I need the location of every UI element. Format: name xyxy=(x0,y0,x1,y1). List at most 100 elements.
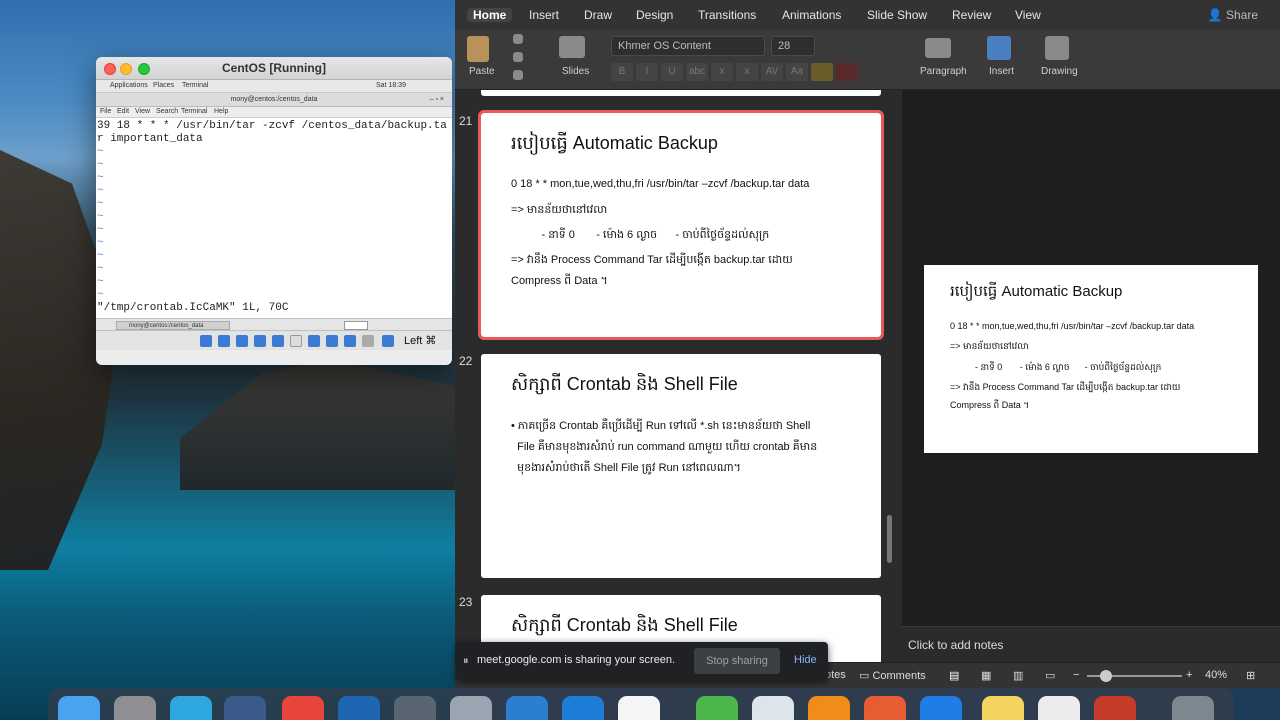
tab-animations[interactable]: Animations xyxy=(782,8,841,22)
mouse-integration-icon[interactable] xyxy=(362,335,374,347)
postman-icon[interactable] xyxy=(864,696,906,720)
powerpoint-icon[interactable] xyxy=(1094,696,1136,720)
safari-icon[interactable] xyxy=(752,696,794,720)
virtualbox-window[interactable]: CentOS [Running] Applications Places Ter… xyxy=(96,57,452,365)
notes-icon[interactable] xyxy=(982,696,1024,720)
shared-folders-icon[interactable] xyxy=(290,335,302,347)
vscode-icon[interactable] xyxy=(562,696,604,720)
current-slide-line[interactable]: Compress ពី Data ។ xyxy=(950,400,1029,413)
aio-icon[interactable] xyxy=(338,696,380,720)
menu-search[interactable]: Search xyxy=(156,108,178,115)
share-button[interactable]: 👤 Share xyxy=(1208,8,1258,22)
paragraph-icon[interactable] xyxy=(925,38,951,58)
current-slide-line[interactable]: => វានឹង Process Command Tar ដើម្បីបង្កើ… xyxy=(950,382,1181,395)
current-slide-line[interactable]: 0 18 * * mon,tue,wed,thu,fri /usr/bin/ta… xyxy=(950,321,1194,331)
copy-icon[interactable] xyxy=(513,52,523,62)
system-preferences-icon[interactable] xyxy=(450,696,492,720)
paste-icon[interactable] xyxy=(467,36,489,62)
preview-window-icon[interactable] xyxy=(1038,696,1080,720)
change-case-icon[interactable]: Aa xyxy=(786,63,808,81)
slide-thumbnail-21[interactable]: របៀបធ្វើ Automatic Backup 0 18 * * mon,t… xyxy=(478,110,884,340)
telegram-icon[interactable] xyxy=(170,696,212,720)
underline-icon[interactable]: U xyxy=(661,63,683,81)
slide-thumbnail-22[interactable]: សិក្សាពី Crontab និង Shell File • ភាគច្រ… xyxy=(481,354,881,578)
zoom-out-icon[interactable]: − xyxy=(1073,669,1079,681)
menu-help[interactable]: Help xyxy=(214,108,228,115)
virtualbox-icon[interactable] xyxy=(224,696,266,720)
tab-view[interactable]: View xyxy=(1015,8,1041,22)
bold-icon[interactable]: B xyxy=(611,63,633,81)
workspace-switcher[interactable] xyxy=(344,321,368,330)
usb-icon[interactable] xyxy=(272,335,284,347)
gnome-places[interactable]: Places xyxy=(153,82,174,89)
terminal-window-controls-icon[interactable]: – ▫ × xyxy=(430,93,444,107)
keyboard-capture-icon[interactable] xyxy=(382,335,394,347)
tab-transitions[interactable]: Transitions xyxy=(698,8,756,22)
normal-view-icon[interactable]: ▤ xyxy=(949,669,959,682)
tab-home[interactable]: Home xyxy=(467,8,513,22)
slide-thumbnail-20[interactable] xyxy=(481,90,881,96)
tab-draw[interactable]: Draw xyxy=(584,8,612,22)
cd-icon[interactable] xyxy=(218,335,230,347)
current-slide-title[interactable]: របៀបធ្វើ Automatic Backup xyxy=(950,282,1122,304)
italic-icon[interactable]: I xyxy=(636,63,658,81)
launchpad-icon[interactable] xyxy=(114,696,156,720)
cut-icon[interactable] xyxy=(513,34,523,44)
subscript-icon[interactable]: x xyxy=(711,63,733,81)
stop-sharing-button[interactable]: Stop sharing xyxy=(694,648,780,674)
gnome-applications[interactable]: Applications xyxy=(110,82,148,89)
font-color-icon[interactable] xyxy=(836,63,858,81)
chrome-icon[interactable] xyxy=(282,696,324,720)
screen-recorder-icon[interactable] xyxy=(394,696,436,720)
trash-icon[interactable] xyxy=(1172,696,1214,720)
notes-pane[interactable]: Click to add notes xyxy=(902,626,1280,662)
reading-view-icon[interactable]: ▥ xyxy=(1013,669,1023,682)
thumbnails-scrollbar[interactable] xyxy=(887,515,892,563)
notes-toggle[interactable]: otes xyxy=(825,669,846,681)
network-icon[interactable] xyxy=(254,335,266,347)
display-icon[interactable] xyxy=(308,335,320,347)
format-painter-icon[interactable] xyxy=(513,70,523,80)
app-store-icon[interactable] xyxy=(618,696,660,720)
tab-insert[interactable]: Insert xyxy=(529,8,559,22)
highlight-icon[interactable] xyxy=(811,63,833,81)
current-slide-line[interactable]: => មានន័យថានៅវេលា xyxy=(950,341,1029,354)
vbox-titlebar[interactable]: CentOS [Running] xyxy=(96,57,452,80)
taskbar-item[interactable]: mony@centos:/centos_data xyxy=(116,321,230,330)
audio-icon[interactable] xyxy=(236,335,248,347)
terminal-body[interactable]: 39 18 * * * /usr/bin/tar -zcvf /centos_d… xyxy=(96,118,452,318)
menu-edit[interactable]: Edit xyxy=(117,108,129,115)
vlc-icon[interactable] xyxy=(808,696,850,720)
current-slide-line[interactable]: - នាទី 0 - ម៉ោង 6 ល្ងាច - ចាប់ពីថ្ងៃច័ន្… xyxy=(950,362,1161,375)
menu-file[interactable]: File xyxy=(100,108,111,115)
comments-button[interactable]: ▭ Comments xyxy=(859,669,926,682)
slides-icon[interactable] xyxy=(559,36,585,58)
char-spacing-icon[interactable]: AV xyxy=(761,63,783,81)
strikethrough-icon[interactable]: abc xyxy=(686,63,708,81)
superscript-icon[interactable]: x xyxy=(736,63,758,81)
xcode-icon[interactable] xyxy=(920,696,962,720)
drawing-icon[interactable] xyxy=(1045,36,1069,60)
sublime-icon[interactable] xyxy=(506,696,548,720)
tab-review[interactable]: Review xyxy=(952,8,991,22)
video-capture-icon[interactable] xyxy=(326,335,338,347)
fit-to-window-icon[interactable]: ⊞ xyxy=(1246,669,1255,682)
menu-terminal[interactable]: Terminal xyxy=(181,108,207,115)
font-name-select[interactable]: Khmer OS Content xyxy=(611,36,765,56)
slideshow-view-icon[interactable]: ▭ xyxy=(1045,669,1055,682)
tab-slide-show[interactable]: Slide Show xyxy=(867,8,927,22)
menu-view[interactable]: View xyxy=(135,108,150,115)
finder-icon[interactable] xyxy=(58,696,100,720)
zoom-level[interactable]: 40% xyxy=(1205,669,1227,681)
hdd-icon[interactable] xyxy=(200,335,212,347)
zoom-in-icon[interactable]: + xyxy=(1186,669,1192,681)
hide-button[interactable]: Hide xyxy=(794,654,817,666)
tab-design[interactable]: Design xyxy=(636,8,673,22)
current-slide-canvas[interactable]: របៀបធ្វើ Automatic Backup 0 18 * * mon,t… xyxy=(924,265,1258,453)
cpu-icon[interactable] xyxy=(344,335,356,347)
utorrent-icon[interactable] xyxy=(696,696,738,720)
zoom-slider-knob[interactable] xyxy=(1100,670,1112,682)
insert-icon[interactable] xyxy=(987,36,1011,60)
slide-sorter-icon[interactable]: ▦ xyxy=(981,669,991,682)
font-size-select[interactable]: 28 xyxy=(771,36,815,56)
